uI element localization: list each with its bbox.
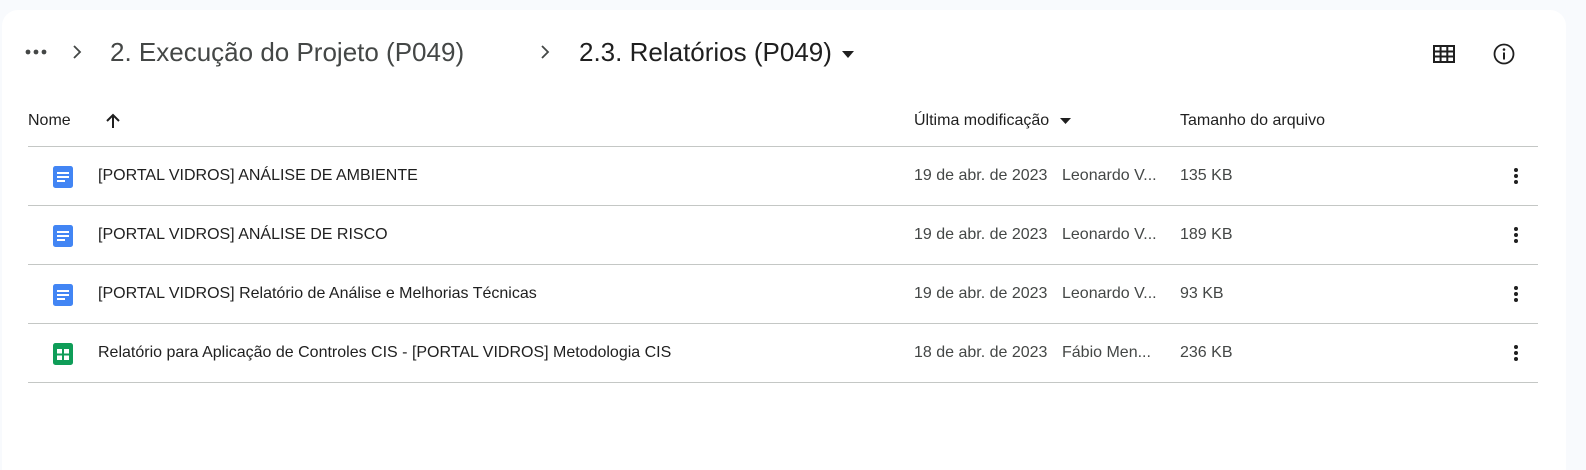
google-sheets-icon bbox=[53, 343, 73, 365]
file-size: 236 KB bbox=[1180, 344, 1233, 361]
modified-by: Fábio Men... bbox=[1062, 344, 1151, 361]
modified-date: 18 de abr. de 2023 bbox=[914, 344, 1048, 361]
file-size: 93 KB bbox=[1180, 285, 1224, 302]
google-docs-icon bbox=[53, 225, 73, 247]
modified-date: 19 de abr. de 2023 bbox=[914, 226, 1048, 243]
current-folder-label: 2.3. Relatórios (P049) bbox=[579, 37, 832, 67]
table-row[interactable]: [PORTAL VIDROS] ANÁLISE DE AMBIENTE 19 d… bbox=[28, 147, 1538, 206]
more-vert-icon[interactable] bbox=[1504, 341, 1528, 365]
file-name[interactable]: [PORTAL VIDROS] ANÁLISE DE RISCO bbox=[98, 206, 388, 264]
file-name[interactable]: [PORTAL VIDROS] Relatório de Análise e M… bbox=[98, 265, 537, 323]
caret-down-icon bbox=[841, 50, 854, 58]
column-header-size[interactable]: Tamanho do arquivo bbox=[1180, 96, 1325, 146]
file-name[interactable]: [PORTAL VIDROS] ANÁLISE DE AMBIENTE bbox=[98, 147, 418, 205]
google-docs-icon bbox=[53, 284, 73, 306]
grid-view-icon[interactable] bbox=[1430, 40, 1458, 68]
modified-date: 19 de abr. de 2023 bbox=[914, 167, 1048, 184]
table-row[interactable]: [PORTAL VIDROS] ANÁLISE DE RISCO 19 de a… bbox=[28, 206, 1538, 265]
file-name[interactable]: Relatório para Aplicação de Controles CI… bbox=[98, 324, 671, 382]
table-row[interactable]: [PORTAL VIDROS] Relatório de Análise e M… bbox=[28, 265, 1538, 324]
modified-by: Leonardo V... bbox=[1062, 167, 1157, 184]
table-header: Nome Última modificação Tamanho do arqui… bbox=[28, 96, 1538, 147]
more-vert-icon[interactable] bbox=[1504, 164, 1528, 188]
table-row[interactable]: Relatório para Aplicação de Controles CI… bbox=[28, 324, 1538, 383]
file-browser-panel: 2. Execução do Projeto (P049) 2.3. Relat… bbox=[2, 10, 1566, 470]
more-horiz-icon[interactable] bbox=[24, 40, 48, 64]
more-vert-icon[interactable] bbox=[1504, 282, 1528, 306]
modified-date: 19 de abr. de 2023 bbox=[914, 285, 1048, 302]
column-header-modified-label: Última modificação bbox=[914, 112, 1050, 129]
chevron-right-icon bbox=[73, 45, 82, 59]
file-size: 135 KB bbox=[1180, 167, 1233, 184]
column-header-name[interactable]: Nome bbox=[28, 96, 71, 146]
breadcrumb-item-relatorios[interactable]: 2.3. Relatórios (P049) bbox=[579, 34, 854, 70]
column-header-modified[interactable]: Última modificação bbox=[914, 96, 1071, 146]
modified-by: Leonardo V... bbox=[1062, 226, 1157, 243]
caret-down-icon bbox=[1059, 117, 1071, 124]
arrow-up-icon[interactable] bbox=[104, 112, 122, 130]
breadcrumb: 2. Execução do Projeto (P049) 2.3. Relat… bbox=[2, 10, 1566, 96]
info-icon[interactable] bbox=[1490, 40, 1518, 68]
file-size: 189 KB bbox=[1180, 226, 1233, 243]
chevron-right-icon bbox=[541, 45, 550, 59]
more-vert-icon[interactable] bbox=[1504, 223, 1528, 247]
breadcrumb-item-execucao[interactable]: 2. Execução do Projeto (P049) bbox=[110, 34, 464, 70]
google-docs-icon bbox=[53, 166, 73, 188]
modified-by: Leonardo V... bbox=[1062, 285, 1157, 302]
